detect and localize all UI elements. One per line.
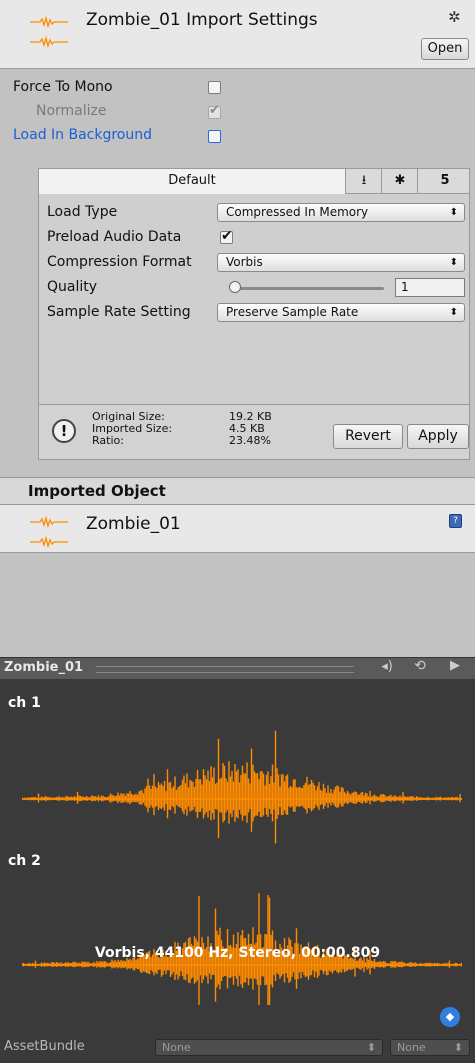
info-icon: !	[52, 419, 76, 443]
size-labels: Original Size: Imported Size: Ratio:	[92, 411, 172, 447]
revert-button[interactable]: Revert	[333, 424, 403, 449]
download-icon[interactable]: ⭳	[345, 169, 382, 194]
loop-icon[interactable]: ⟲	[405, 658, 435, 674]
tag-icon[interactable]: ◆	[440, 1007, 460, 1027]
force-to-mono-checkbox[interactable]	[208, 81, 221, 94]
load-type-value: Compressed In Memory	[226, 205, 369, 219]
compression-dropdown[interactable]: Vorbis ⬍	[217, 253, 465, 272]
quality-slider-track[interactable]	[234, 287, 384, 290]
size-info-box: ! Original Size: Imported Size: Ratio: 1…	[38, 404, 470, 460]
preload-label: Preload Audio Data	[47, 229, 182, 245]
asset-bundle-label: AssetBundle	[4, 1039, 85, 1054]
inspector-header: Zombie_01 Import Settings ✲ Open	[0, 0, 475, 69]
html5-icon[interactable]: 5	[417, 169, 472, 194]
force-to-mono-label: Force To Mono	[13, 79, 113, 95]
speaker-icon[interactable]: ◂)	[372, 659, 402, 674]
quality-slider-thumb[interactable]	[229, 281, 241, 293]
waveform-ch1	[22, 730, 462, 844]
audio-preview: ch 1 ch 2 Vorbis, 44100 Hz, Stereo, 00:0…	[0, 679, 475, 1032]
waveform-ch2	[22, 893, 462, 1005]
asset-bundle-dropdown[interactable]: None ⬍	[155, 1039, 383, 1056]
compression-label: Compression Format	[47, 254, 192, 270]
asset-variant-value: None	[397, 1041, 426, 1054]
load-in-background-checkbox[interactable]	[208, 130, 221, 143]
asset-bundle-bar: AssetBundle None ⬍ None ⬍	[0, 1032, 475, 1063]
gear-icon[interactable]: ✲	[448, 8, 461, 26]
dropdown-arrow-icon: ⬍	[366, 1041, 376, 1054]
normalize-checkbox: ✔	[208, 103, 221, 119]
quality-input[interactable]: 1	[395, 278, 465, 297]
sample-rate-dropdown[interactable]: Preserve Sample Rate ⬍	[217, 303, 465, 322]
sample-rate-label: Sample Rate Setting	[47, 304, 191, 320]
play-icon[interactable]: ▶	[440, 658, 470, 673]
open-button[interactable]: Open	[421, 38, 469, 60]
check-icon: ✔	[209, 103, 220, 118]
sample-rate-value: Preserve Sample Rate	[226, 305, 359, 319]
dropdown-arrow-icon: ⬍	[449, 257, 458, 268]
quality-label: Quality	[47, 279, 98, 295]
check-icon: ✔	[221, 228, 233, 244]
imported-object-row[interactable]: Zombie_01 ?	[0, 505, 475, 553]
normalize-label: Normalize	[36, 103, 107, 119]
load-in-background-label: Load In Background	[13, 127, 153, 143]
apply-button[interactable]: Apply	[407, 424, 469, 449]
channel-2-label: ch 2	[8, 853, 41, 869]
dropdown-arrow-icon: ⬍	[453, 1041, 463, 1054]
load-type-dropdown[interactable]: Compressed In Memory ⬍	[217, 203, 465, 222]
ratio-value: 23.48%	[229, 434, 271, 447]
android-icon[interactable]: ✱	[381, 169, 418, 194]
size-values: 19.2 KB 4.5 KB 23.48%	[229, 411, 272, 447]
load-type-label: Load Type	[47, 204, 118, 220]
properties-box: Load Type Compressed In Memory ⬍ Preload …	[38, 194, 470, 438]
inspector-title: Zombie_01 Import Settings	[86, 10, 318, 30]
help-book-icon[interactable]: ?	[449, 514, 462, 528]
audio-clip-icon	[30, 516, 68, 549]
platform-settings-panel: Default ⭳ ✱ 5 Load Type Compressed In Me…	[38, 168, 470, 438]
audio-clip-icon	[30, 16, 68, 49]
dropdown-arrow-icon: ⬍	[449, 307, 458, 318]
preview-drag-bar[interactable]	[96, 666, 354, 673]
asset-bundle-value: None	[162, 1041, 191, 1054]
dropdown-arrow-icon: ⬍	[449, 207, 458, 218]
preload-checkbox[interactable]: ✔	[220, 228, 233, 244]
preview-title: Zombie_01	[4, 660, 84, 675]
imported-object-name: Zombie_01	[86, 514, 181, 534]
preview-toolbar: Zombie_01 ◂) ⟲ ▶	[0, 657, 475, 679]
compression-value: Vorbis	[226, 255, 263, 269]
asset-variant-dropdown[interactable]: None ⬍	[390, 1039, 470, 1056]
imported-object-header: Imported Object	[0, 477, 475, 505]
format-info: Vorbis, 44100 Hz, Stereo, 00:00.809	[94, 945, 381, 961]
platform-tabs: Default ⭳ ✱ 5	[38, 168, 470, 194]
tab-default[interactable]: Default	[39, 169, 346, 194]
ratio-label: Ratio:	[92, 434, 124, 447]
